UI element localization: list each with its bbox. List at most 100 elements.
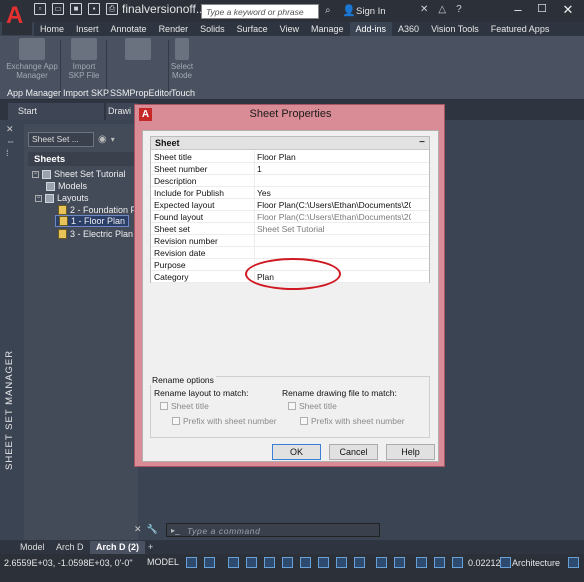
grid-icon[interactable]	[186, 557, 197, 568]
tree-sheet-item[interactable]: 3 - Electric Plan	[58, 229, 133, 239]
exchange-icon[interactable]: ✕	[420, 4, 428, 15]
close-icon[interactable]: ✕	[134, 524, 142, 535]
isodraft-icon[interactable]	[264, 557, 275, 568]
object-snap-tracking-icon[interactable]	[282, 557, 293, 568]
autohide-icon[interactable]: ⇔	[6, 135, 15, 147]
checkbox-icon[interactable]	[300, 417, 308, 425]
tab-view[interactable]: View	[274, 22, 305, 36]
save-icon[interactable]: ■	[70, 3, 82, 15]
command-line[interactable]: ▸_ Type a command	[166, 523, 380, 537]
annotation-icon[interactable]	[394, 557, 405, 568]
property-value[interactable]: Sheet Set Tutorial	[257, 223, 411, 235]
tree-root[interactable]: − Sheet Set Tutorial	[32, 169, 126, 179]
property-value[interactable]: Floor Plan(C:\Users\Ethan\Documents\2018…	[257, 199, 411, 211]
layout-tab-arch-d-2[interactable]: Arch D (2)	[90, 541, 146, 554]
file-tab-start[interactable]: Start	[8, 103, 104, 120]
ssm-title-strip[interactable]: SHEET SET MANAGER	[4, 330, 22, 480]
property-row[interactable]: Include for Publish Yes	[151, 187, 429, 199]
tab-add-ins[interactable]: Add-ins	[349, 22, 393, 36]
property-row[interactable]: Revision number	[151, 235, 429, 247]
tab-home[interactable]: Home	[34, 22, 70, 36]
property-row[interactable]: Found layout Floor Plan(C:\Users\Ethan\Do…	[151, 211, 429, 223]
help-button[interactable]: Help	[386, 444, 435, 460]
sheet-set-dropdown[interactable]: Sheet Set ...	[28, 132, 94, 147]
layout-prefix-checkbox[interactable]: Prefix with sheet number	[172, 416, 277, 426]
property-row[interactable]: Description	[151, 175, 429, 187]
property-value[interactable]: Yes	[257, 187, 411, 199]
property-value[interactable]: Floor Plan	[257, 151, 411, 163]
save-as-icon[interactable]: ▪	[88, 3, 100, 15]
polar-icon[interactable]	[246, 557, 257, 568]
property-value[interactable]	[257, 247, 411, 259]
tab-featured-apps[interactable]: Featured Apps	[485, 22, 556, 36]
a360-icon[interactable]: △	[438, 4, 446, 15]
collapse-icon[interactable]: −	[32, 170, 39, 178]
property-row[interactable]: Sheet title Floor Plan	[151, 151, 429, 163]
layout-tab-arch-d[interactable]: Arch D	[50, 541, 90, 554]
property-value[interactable]: Floor Plan(C:\Users\Ethan\Documents\2018…	[257, 211, 411, 223]
checkbox-icon[interactable]	[160, 402, 168, 410]
chevron-down-icon[interactable]: ▾	[111, 135, 115, 144]
property-row[interactable]: Expected layout Floor Plan(C:\Users\Ethan…	[151, 199, 429, 211]
checkbox-icon[interactable]	[288, 402, 296, 410]
tab-render[interactable]: Render	[153, 22, 195, 36]
ortho-icon[interactable]	[228, 557, 239, 568]
new-file-icon[interactable]: ▫	[34, 3, 46, 15]
dynamic-ucs-icon[interactable]	[376, 557, 387, 568]
application-menu-button[interactable]: A	[2, 1, 32, 35]
tab-vision-tools[interactable]: Vision Tools	[425, 22, 485, 36]
wrench-icon[interactable]: 🔧	[147, 524, 158, 535]
tab-insert[interactable]: Insert	[70, 22, 105, 36]
new-layout-button[interactable]: +	[142, 541, 159, 554]
snap-icon[interactable]	[204, 557, 215, 568]
drawing-prefix-checkbox[interactable]: Prefix with sheet number	[300, 416, 405, 426]
search-input[interactable]: Type a keyword or phrase	[201, 4, 319, 19]
property-value[interactable]	[257, 235, 411, 247]
tab-annotate[interactable]: Annotate	[105, 22, 153, 36]
tree-layouts[interactable]: − Layouts	[35, 193, 89, 203]
tree-models[interactable]: Models	[46, 181, 87, 191]
print-icon[interactable]: ⎙	[106, 3, 118, 15]
layout-sheet-title-checkbox[interactable]: Sheet title	[160, 401, 209, 411]
model-space-button[interactable]: MODEL	[147, 557, 179, 567]
lineweight-icon[interactable]	[318, 557, 329, 568]
checkbox-icon[interactable]	[172, 417, 180, 425]
units-icon[interactable]	[416, 557, 427, 568]
grid-section-header[interactable]: Sheet −	[151, 137, 429, 150]
property-value[interactable]	[257, 175, 411, 187]
quick-properties-icon[interactable]	[434, 557, 445, 568]
close-window-button[interactable]: ✕	[555, 2, 581, 18]
customize-icon[interactable]	[568, 557, 579, 568]
selection-cycling-icon[interactable]	[354, 557, 365, 568]
collapse-section-icon[interactable]: −	[419, 137, 425, 148]
tree-sheet-item[interactable]: 2 - Foundation P	[58, 205, 137, 215]
search-icon[interactable]: ⌕	[325, 5, 331, 16]
lock-ui-icon[interactable]	[452, 557, 463, 568]
open-folder-icon[interactable]: ▭	[52, 3, 64, 15]
close-palette-icon[interactable]: ✕	[6, 123, 15, 135]
workspace-switch[interactable]: Architecture	[512, 558, 560, 568]
layout-tab-model[interactable]: Model	[14, 541, 51, 554]
minimize-button[interactable]: –	[507, 2, 529, 18]
tab-solids[interactable]: Solids	[194, 22, 231, 36]
command-input[interactable]: Type a command	[187, 526, 260, 536]
cancel-button[interactable]: Cancel	[329, 444, 378, 460]
transparency-icon[interactable]	[336, 557, 347, 568]
property-row[interactable]: Sheet set Sheet Set Tutorial	[151, 223, 429, 235]
sign-in-button[interactable]: Sign In	[356, 6, 386, 17]
exchange-app-manager-button[interactable]: Exchange App Manager	[6, 38, 58, 86]
ssm-prop-editor-button[interactable]	[110, 38, 166, 86]
tab-manage[interactable]: Manage	[305, 22, 350, 36]
settings-icon[interactable]	[500, 557, 511, 568]
properties-icon[interactable]: ⁞	[6, 147, 15, 159]
maximize-button[interactable]: ☐	[531, 2, 553, 18]
import-skp-button[interactable]: Import SKP File	[64, 38, 104, 86]
publish-icon[interactable]: ◉	[98, 134, 107, 145]
select-mode-button[interactable]: Select Mode	[170, 38, 194, 86]
ok-button[interactable]: OK	[272, 444, 321, 460]
tree-sheet-item-selected[interactable]: 1 - Floor Plan	[54, 215, 130, 227]
sheets-tab-header[interactable]: Sheets	[28, 152, 138, 166]
object-snap-icon[interactable]	[300, 557, 311, 568]
property-value[interactable]: 1	[257, 163, 411, 175]
help-icon[interactable]: ?	[456, 4, 462, 15]
